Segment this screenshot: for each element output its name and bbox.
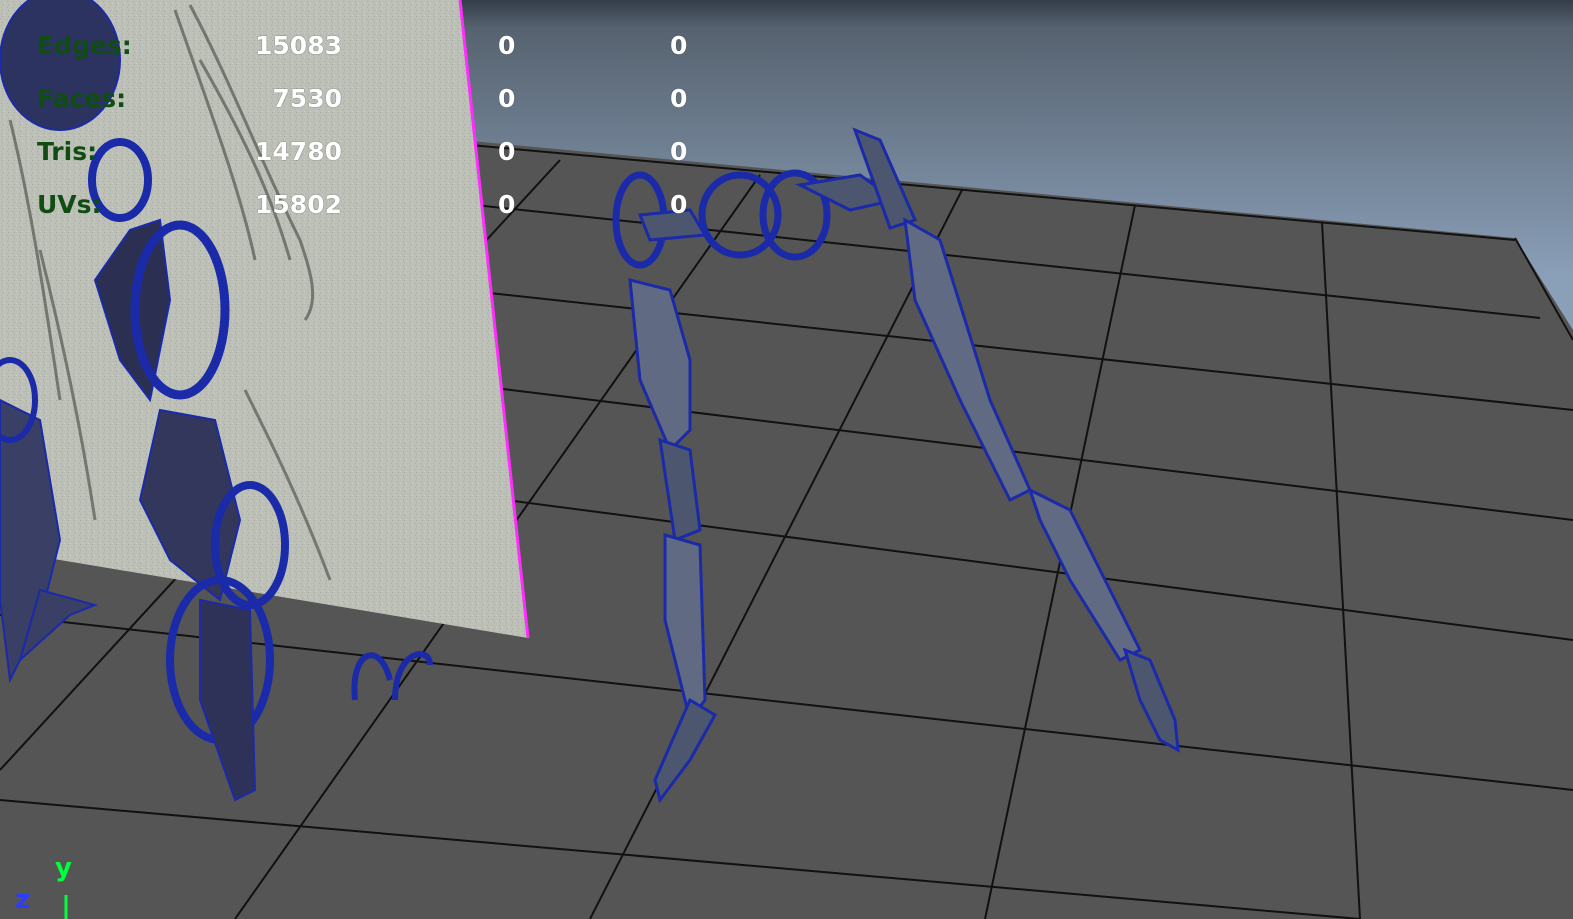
hud-label-edges: Edges: [37, 31, 132, 60]
hud-faces-extra: 0 [670, 84, 688, 113]
hud-label-faces: Faces: [37, 84, 127, 113]
maya-viewport[interactable]: Edges: 15083 0 0 Faces: 7530 0 0 Tris: 1… [0, 0, 1573, 919]
hud-edges-total: 15083 [255, 31, 342, 60]
hud-tris-total: 14780 [255, 137, 342, 166]
hud-label-uvs: UVs: [37, 190, 102, 219]
hud-tris-selected: 0 [498, 137, 516, 166]
hud-faces-total: 7530 [272, 84, 342, 113]
hud-tris-extra: 0 [670, 137, 688, 166]
hud-edges-extra: 0 [670, 31, 688, 60]
hud-edges-selected: 0 [498, 31, 516, 60]
hud-uvs-selected: 0 [498, 190, 516, 219]
hud-uvs-extra: 0 [670, 190, 688, 219]
axis-z-label: z [15, 885, 31, 915]
hud-label-tris: Tris: [37, 137, 98, 166]
hud-uvs-total: 15802 [255, 190, 342, 219]
hud-faces-selected: 0 [498, 84, 516, 113]
axis-y-label: y [55, 853, 72, 883]
